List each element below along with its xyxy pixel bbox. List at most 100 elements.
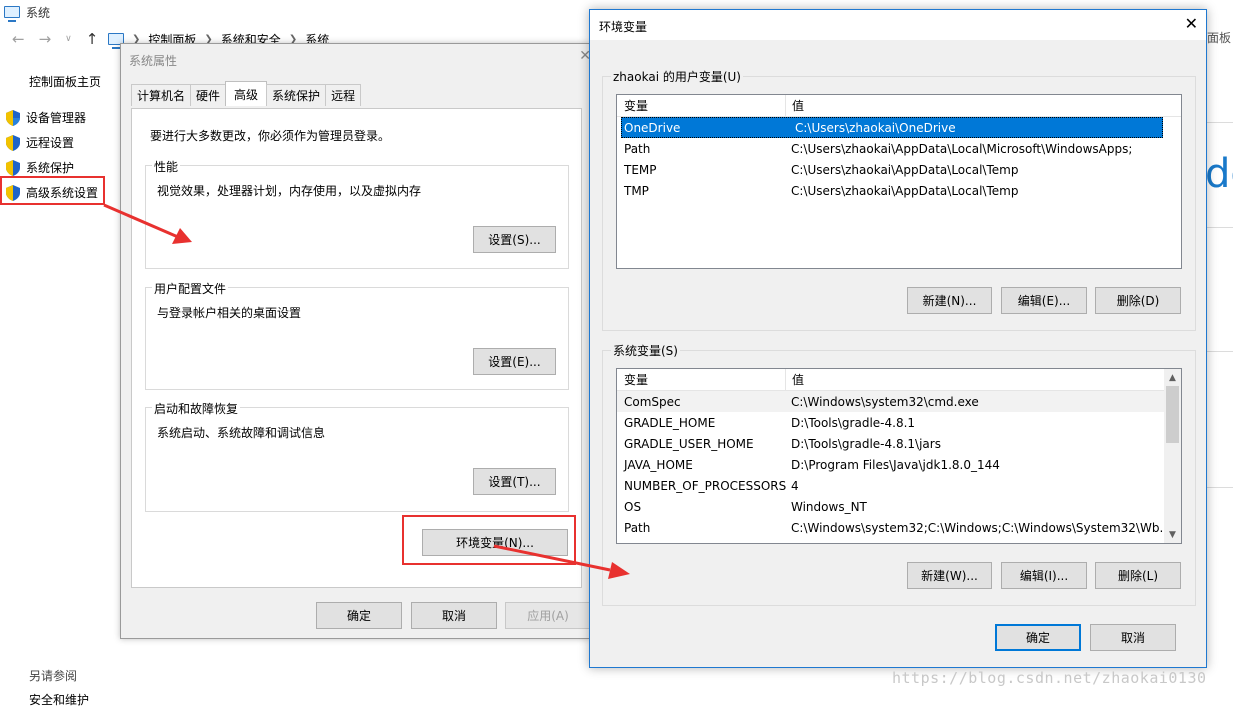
divider [1205, 351, 1233, 352]
background-content-strip: dc [1205, 122, 1233, 488]
table-row[interactable]: OS Windows_NT [617, 496, 1164, 517]
user-profiles-group: 用户配置文件 与登录帐户相关的桌面设置 设置(E)... [145, 280, 569, 390]
system-delete-button[interactable]: 删除(L) [1095, 562, 1181, 589]
table-row[interactable]: TEMP C:\Users\zhaokai\AppData\Local\Temp [617, 159, 1181, 180]
sidebar-item-device-manager[interactable]: 设备管理器 [6, 105, 98, 130]
tab-remote[interactable]: 远程 [325, 84, 362, 106]
table-row[interactable]: Path C:\Users\zhaokai\AppData\Local\Micro… [617, 138, 1181, 159]
sidebar-links: 设备管理器 远程设置 系统保护 高级系统设置 [6, 105, 98, 205]
system-new-button[interactable]: 新建(W)... [907, 562, 992, 589]
variable-value-cell: C:\Users\zhaokai\AppData\Local\Temp [791, 162, 1019, 177]
user-delete-button[interactable]: 删除(D) [1095, 287, 1181, 314]
system-variable-rows: ComSpec C:\Windows\system32\cmd.exe GRADLE… [617, 391, 1164, 538]
system-variables-group: 系统变量(S) 变量 值 ComSpec C:\Windows\system32\… [602, 342, 1196, 606]
uac-shield-icon [6, 109, 20, 126]
table-row[interactable]: ComSpec C:\Windows\system32\cmd.exe [617, 391, 1164, 412]
group-label: 启动和故障恢复 [152, 400, 241, 417]
tab-hardware[interactable]: 硬件 [190, 84, 227, 106]
table-row[interactable]: GRADLE_USER_HOME D:\Tools\gradle-4.8.1\ja… [617, 433, 1164, 454]
user-variables-list[interactable]: 变量 值 OneDrive C:\Users\zhaokai\OneDrive Pa… [616, 94, 1182, 269]
variable-name-cell: TEMP [624, 162, 657, 177]
user-new-button[interactable]: 新建(N)... [907, 287, 992, 314]
vertical-scrollbar[interactable]: ▲ ▼ [1164, 369, 1181, 543]
sidebar-item-advanced-settings[interactable]: 高级系统设置 [6, 180, 98, 205]
variable-value-cell: C:\Users\zhaokai\OneDrive [795, 120, 956, 135]
back-arrow-icon[interactable]: ← [12, 30, 25, 48]
table-row[interactable]: GRADLE_HOME D:\Tools\gradle-4.8.1 [617, 412, 1164, 433]
env-ok-button[interactable]: 确定 [995, 624, 1081, 651]
variable-value-cell: C:\Windows\system32\cmd.exe [791, 394, 979, 409]
apply-button[interactable]: 应用(A) [505, 602, 591, 629]
variable-name-cell: Path [624, 141, 651, 156]
search-box-fragment[interactable]: 面板 [1207, 29, 1231, 49]
scroll-up-icon[interactable]: ▲ [1164, 369, 1181, 386]
environment-variables-dialog: 环境变量 ✕ zhaokai 的用户变量(U) 变量 值 OneDrive C:\… [589, 9, 1207, 668]
watermark-url: https://blog.csdn.net/zhaokai0130 [892, 669, 1207, 687]
variable-name-cell: GRADLE_HOME [624, 415, 716, 430]
sidebar-item-label: 系统保护 [26, 161, 75, 175]
ok-button[interactable]: 确定 [316, 602, 402, 629]
divider [1205, 487, 1233, 488]
column-header-variable[interactable]: 变量 [617, 95, 786, 116]
sidebar-item-remote-settings[interactable]: 远程设置 [6, 130, 98, 155]
user-edit-button[interactable]: 编辑(E)... [1001, 287, 1087, 314]
table-row[interactable]: NUMBER_OF_PROCESSORS 4 [617, 475, 1164, 496]
variable-value-cell: C:\Windows\system32;C:\Windows;C:\Window… [791, 520, 1164, 535]
group-label: zhaokai 的用户变量(U) [611, 68, 743, 85]
group-description: 与登录帐户相关的桌面设置 [157, 306, 302, 320]
forward-arrow-icon[interactable]: → [39, 30, 52, 48]
tab-computer-name[interactable]: 计算机名 [131, 84, 192, 106]
system-variables-list[interactable]: 变量 值 ComSpec C:\Windows\system32\cmd.exe G… [616, 368, 1182, 544]
performance-settings-button[interactable]: 设置(S)... [473, 226, 556, 253]
nav-buttons: ← → ∨ ↑ [12, 30, 98, 48]
scroll-down-icon[interactable]: ▼ [1164, 526, 1181, 543]
variable-value-cell: D:\Tools\gradle-4.8.1 [791, 415, 916, 430]
security-maintenance-link[interactable]: 安全和维护 [29, 691, 89, 708]
variable-name-cell: OS [624, 499, 642, 514]
startup-recovery-group: 启动和故障恢复 系统启动、系统故障和调试信息 设置(T)... [145, 400, 569, 512]
close-icon[interactable]: ✕ [1185, 14, 1198, 33]
variable-name-cell: NUMBER_OF_PROCESSORS [624, 478, 786, 493]
dialog-title: 环境变量 [599, 20, 648, 34]
admin-hint: 要进行大多数更改，你必须作为管理员登录。 [150, 129, 391, 143]
uac-shield-icon [6, 159, 20, 176]
list-header: 变量 值 [617, 369, 1164, 391]
cancel-button[interactable]: 取消 [411, 602, 497, 629]
user-variable-rows: OneDrive C:\Users\zhaokai\OneDrive Path C:\… [617, 117, 1181, 201]
recent-dropdown-icon[interactable]: ∨ [65, 34, 72, 44]
up-arrow-icon[interactable]: ↑ [86, 30, 99, 48]
variable-value-cell: C:\Users\zhaokai\AppData\Local\Temp [791, 183, 1019, 198]
environment-variables-button[interactable]: 环境变量(N)... [422, 529, 568, 556]
scrollbar-thumb[interactable] [1166, 386, 1179, 443]
table-row[interactable]: JAVA_HOME D:\Program Files\Java\jdk1.8.0_… [617, 454, 1164, 475]
env-cancel-button[interactable]: 取消 [1090, 624, 1176, 651]
column-header-value[interactable]: 值 [786, 95, 1181, 116]
startup-settings-button[interactable]: 设置(T)... [473, 468, 556, 495]
tab-advanced[interactable]: 高级 [225, 81, 268, 106]
sidebar-item-label: 高级系统设置 [26, 186, 99, 200]
uac-shield-icon [6, 134, 20, 151]
control-panel-home-link[interactable]: 控制面板主页 [29, 73, 101, 90]
variable-value-cell: 4 [791, 478, 799, 493]
variable-value-cell: D:\Tools\gradle-4.8.1\jars [791, 436, 941, 451]
window-title-text: 系统 [26, 5, 51, 20]
column-header-value[interactable]: 值 [786, 369, 1164, 390]
variable-value-cell: C:\Users\zhaokai\AppData\Local\Microsoft… [791, 141, 1133, 156]
table-row[interactable]: TMP C:\Users\zhaokai\AppData\Local\Temp [617, 180, 1181, 201]
sidebar-item-system-protection[interactable]: 系统保护 [6, 155, 98, 180]
user-profiles-settings-button[interactable]: 设置(E)... [473, 348, 556, 375]
tab-system-protection[interactable]: 系统保护 [266, 84, 327, 106]
advanced-tab-page: 要进行大多数更改，你必须作为管理员登录。 性能 视觉效果，处理器计划，内存使用，… [131, 108, 582, 588]
variable-name-cell: ComSpec [624, 394, 681, 409]
column-header-variable[interactable]: 变量 [617, 369, 786, 390]
variable-name-cell: Path [624, 520, 651, 535]
table-row[interactable]: Path C:\Windows\system32;C:\Windows;C:\Wi… [617, 517, 1164, 538]
divider [1205, 227, 1233, 228]
system-edit-button[interactable]: 编辑(I)... [1001, 562, 1087, 589]
table-row[interactable]: OneDrive C:\Users\zhaokai\OneDrive [621, 117, 1163, 138]
dialog-title: 系统属性 [129, 54, 178, 68]
sidebar-item-label: 设备管理器 [26, 111, 87, 125]
see-also-heading: 另请参阅 [29, 669, 78, 683]
variable-name-cell: GRADLE_USER_HOME [624, 436, 754, 451]
variable-name-cell: JAVA_HOME [624, 457, 693, 472]
